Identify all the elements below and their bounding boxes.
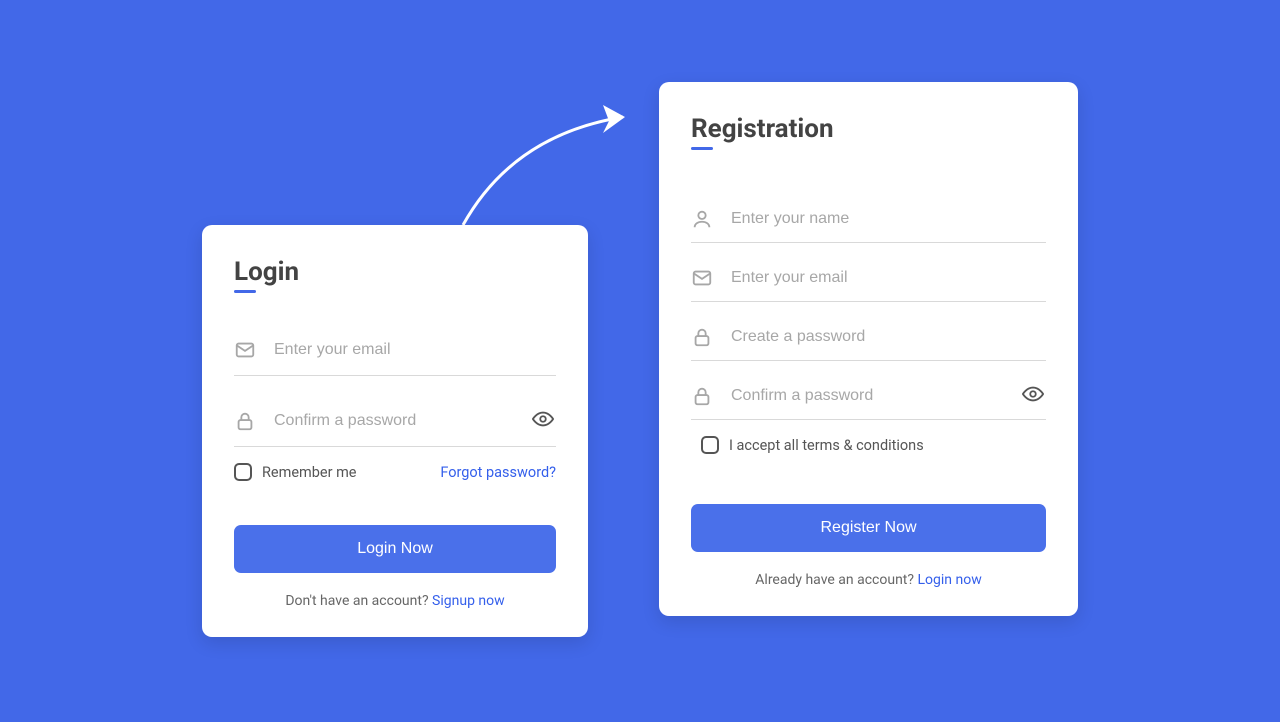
terms-label: I accept all terms & conditions	[729, 437, 924, 454]
login-footer: Don't have an account? Signup now	[234, 593, 556, 609]
transition-arrow-icon	[453, 95, 653, 235]
register-password-input[interactable]	[731, 328, 1046, 346]
register-button[interactable]: Register Now	[691, 504, 1046, 552]
eye-icon[interactable]	[1022, 383, 1044, 409]
login-password-field	[234, 406, 556, 447]
terms-row: I accept all terms & conditions	[701, 436, 1046, 454]
login-options-row: Remember me Forgot password?	[234, 463, 556, 481]
remember-checkbox[interactable]	[234, 463, 252, 481]
login-email-field	[234, 335, 556, 376]
registration-title: Registration	[691, 114, 834, 148]
login-password-input[interactable]	[274, 412, 556, 430]
register-email-field	[691, 263, 1046, 302]
lock-icon	[234, 410, 256, 432]
register-name-input[interactable]	[731, 210, 1046, 228]
register-footer: Already have an account? Login now	[691, 572, 1046, 588]
registration-card: Registration I accept all terms & condit…	[659, 82, 1078, 616]
register-email-input[interactable]	[731, 269, 1046, 287]
user-icon	[691, 208, 713, 230]
login-link[interactable]: Login now	[917, 572, 981, 588]
register-footer-text: Already have an account?	[755, 572, 917, 588]
login-title: Login	[234, 257, 299, 291]
register-password-field	[691, 322, 1046, 361]
mail-icon	[691, 267, 713, 289]
remember-label: Remember me	[262, 464, 357, 481]
login-email-input[interactable]	[274, 341, 556, 359]
register-confirm-field	[691, 381, 1046, 420]
eye-icon[interactable]	[532, 408, 554, 434]
mail-icon	[234, 339, 256, 361]
register-name-field	[691, 204, 1046, 243]
forgot-password-link[interactable]: Forgot password?	[440, 464, 556, 481]
lock-icon	[691, 326, 713, 348]
signup-link[interactable]: Signup now	[432, 593, 505, 609]
register-confirm-input[interactable]	[731, 387, 1046, 405]
terms-checkbox[interactable]	[701, 436, 719, 454]
login-button[interactable]: Login Now	[234, 525, 556, 573]
lock-icon	[691, 385, 713, 407]
login-footer-text: Don't have an account?	[285, 593, 432, 609]
login-card: Login Remember me Forgot password? Login…	[202, 225, 588, 637]
